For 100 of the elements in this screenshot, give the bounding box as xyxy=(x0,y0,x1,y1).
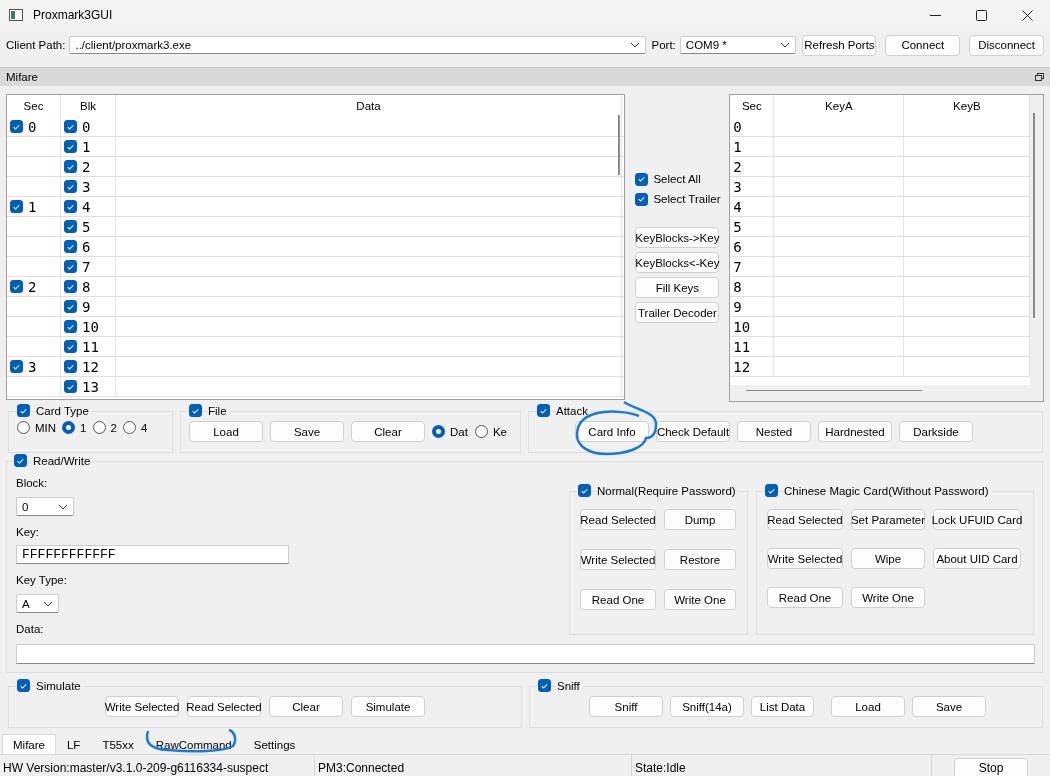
checkbox[interactable] xyxy=(64,360,77,373)
checkbox[interactable] xyxy=(64,220,77,233)
magic-card-button[interactable]: Write Selected xyxy=(767,548,843,569)
attack-button[interactable]: Hardnested xyxy=(818,421,892,442)
checkbox[interactable] xyxy=(64,180,77,193)
checkbox[interactable] xyxy=(635,192,649,206)
file-button[interactable]: Load xyxy=(189,421,263,442)
checkbox[interactable] xyxy=(635,172,649,186)
normal-button[interactable]: Write One xyxy=(664,589,736,610)
toolbar-button[interactable]: Connect xyxy=(885,34,961,56)
checkbox[interactable] xyxy=(17,679,30,692)
checkbox[interactable] xyxy=(64,280,77,293)
table-cell: 8 xyxy=(733,278,742,295)
attack-button[interactable]: Nested xyxy=(737,421,811,442)
sniff-button[interactable]: Load xyxy=(831,696,905,717)
table-cell: 0 xyxy=(733,118,742,135)
scrollbar[interactable] xyxy=(746,390,923,391)
key-button[interactable]: Fill Keys xyxy=(635,277,720,298)
magic-card-button[interactable]: About UID Card xyxy=(933,548,1021,569)
port-dropdown[interactable]: COM9 * xyxy=(679,36,797,54)
simulate-button[interactable]: Write Selected xyxy=(105,696,179,717)
tab[interactable]: LF xyxy=(55,735,92,754)
checkbox[interactable] xyxy=(10,280,23,293)
attack-button[interactable]: Darkside xyxy=(899,421,973,442)
radio-button[interactable] xyxy=(92,421,106,434)
magic-card-button[interactable]: Read Selected xyxy=(767,509,843,530)
float-icon[interactable] xyxy=(1035,73,1044,81)
tab[interactable]: RawCommand xyxy=(144,735,243,754)
checkbox[interactable] xyxy=(10,120,23,133)
radio-button[interactable] xyxy=(62,421,76,434)
checkbox[interactable] xyxy=(538,679,551,692)
tab[interactable]: Mifare xyxy=(2,734,56,754)
checkbox[interactable] xyxy=(64,140,77,153)
column-header: KeyB xyxy=(904,95,1031,117)
sniff-button[interactable]: Sniff xyxy=(589,696,663,717)
table-cell: 2 xyxy=(733,158,742,175)
toolbar-button[interactable]: Disconnect xyxy=(969,34,1044,56)
file-button[interactable]: Clear xyxy=(351,421,425,442)
attack-button[interactable]: Card Info xyxy=(575,421,649,442)
sniff-button[interactable]: List Data xyxy=(751,696,814,717)
key-input[interactable]: FFFFFFFFFFFF xyxy=(16,545,289,564)
magic-card-button[interactable]: Wipe xyxy=(851,548,925,569)
normal-button[interactable]: Write Selected xyxy=(580,549,656,570)
magic-card-button[interactable]: Set Parameter xyxy=(851,509,925,530)
checkbox[interactable] xyxy=(64,120,77,133)
stop-button[interactable]: Stop xyxy=(954,757,1028,776)
checkbox[interactable] xyxy=(10,360,23,373)
key-button[interactable]: Trailer Decoder xyxy=(635,302,720,323)
checkbox[interactable] xyxy=(64,240,77,253)
checkbox[interactable] xyxy=(17,404,30,417)
sniff-button[interactable]: Sniff(14a) xyxy=(670,696,744,717)
tab[interactable]: Settings xyxy=(242,735,307,754)
table-cell: 0 xyxy=(28,118,37,135)
sniff-button[interactable]: Save xyxy=(912,696,986,717)
data-input[interactable] xyxy=(16,644,1035,664)
checkbox[interactable] xyxy=(10,200,23,213)
normal-button[interactable]: Restore xyxy=(664,549,736,570)
magic-card-button[interactable]: Write One xyxy=(851,587,925,608)
key-button[interactable]: KeyBlocks->Key xyxy=(635,227,720,248)
key-type-dropdown[interactable]: A xyxy=(16,594,59,613)
table-cell: 8 xyxy=(82,278,91,295)
checkbox[interactable] xyxy=(64,300,77,313)
radio-button[interactable] xyxy=(17,421,30,434)
checkbox[interactable] xyxy=(64,200,77,213)
checkbox[interactable] xyxy=(578,484,591,497)
group-title: Attack xyxy=(556,404,591,417)
checkbox[interactable] xyxy=(64,260,77,273)
checkbox[interactable] xyxy=(64,320,77,333)
block-dropdown[interactable]: 0 xyxy=(16,497,74,516)
checkbox[interactable] xyxy=(64,340,77,353)
client-path-dropdown[interactable]: ../client/proxmark3.exe xyxy=(69,36,646,54)
checkbox[interactable] xyxy=(64,380,77,393)
simulate-button[interactable]: Read Selected xyxy=(187,696,261,717)
attack-button[interactable]: Check Default xyxy=(656,421,730,442)
checkbox[interactable] xyxy=(765,484,778,497)
group-title: Sniff xyxy=(557,679,583,692)
checkbox[interactable] xyxy=(64,160,77,173)
toolbar-button[interactable]: Refresh Ports xyxy=(802,34,877,56)
scrollbar[interactable] xyxy=(618,115,621,175)
key-button[interactable]: KeyBlocks<-Key xyxy=(635,252,720,273)
checkbox[interactable] xyxy=(14,454,27,467)
radio-button[interactable] xyxy=(474,425,488,438)
checkbox[interactable] xyxy=(189,404,202,417)
file-button[interactable]: Save xyxy=(270,421,344,442)
normal-button[interactable]: Dump xyxy=(664,509,736,530)
radio-button[interactable] xyxy=(432,425,445,438)
tab[interactable]: T55xx xyxy=(91,735,145,754)
radio-button[interactable] xyxy=(122,421,136,434)
field-label: Key Type: xyxy=(16,573,68,588)
normal-button[interactable]: Read One xyxy=(580,589,656,610)
simulate-button[interactable]: Simulate xyxy=(351,696,425,717)
magic-card-button[interactable]: Lock UFUID Card xyxy=(933,509,1021,530)
simulate-button[interactable]: Clear xyxy=(269,696,343,717)
table-cell: 2 xyxy=(28,278,37,295)
magic-card-button[interactable]: Read One xyxy=(767,587,843,608)
checkbox[interactable] xyxy=(537,404,550,417)
app-icon xyxy=(9,9,23,21)
table-cell: 2 xyxy=(82,158,91,175)
scrollbar[interactable] xyxy=(1033,113,1035,318)
normal-button[interactable]: Read Selected xyxy=(580,509,656,530)
